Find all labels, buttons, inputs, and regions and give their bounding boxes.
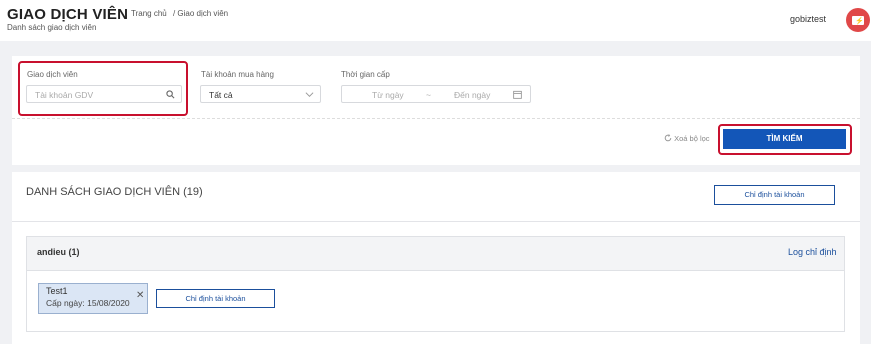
breadcrumb-current: / Giao dịch viên — [172, 9, 229, 18]
account-selected: Tất cả — [209, 90, 233, 100]
account-tag-date: Cấp ngày: 15/08/2020 — [46, 298, 130, 308]
search-icon — [166, 90, 175, 99]
date-separator: ~ — [426, 90, 431, 100]
page-subtitle: Danh sách giao dịch viên — [7, 23, 97, 32]
gdv-group-header — [27, 237, 844, 271]
date-range-input[interactable]: Từ ngày ~ Đến ngày — [341, 85, 531, 103]
avatar[interactable]: ⚡ — [846, 8, 870, 32]
page-title: GIAO DỊCH VIÊN — [7, 6, 129, 23]
assign-log-link[interactable]: Log chỉ định — [788, 247, 837, 257]
username[interactable]: gobiztest — [790, 14, 826, 24]
account-label: Tài khoản mua hàng — [201, 70, 274, 79]
list-title: DANH SÁCH GIAO DỊCH VIÊN (19) — [26, 186, 203, 198]
account-tag-name: Test1 — [46, 286, 68, 296]
reset-filter-label: Xoá bộ lọc — [674, 134, 710, 143]
breadcrumb-home[interactable]: Trang chủ — [131, 9, 167, 18]
search-button[interactable]: TÌM KIẾM — [723, 129, 846, 149]
time-label: Thời gian cấp — [341, 70, 390, 79]
filter-divider — [12, 118, 860, 119]
gdv-placeholder: Tài khoản GDV — [35, 90, 94, 100]
gdv-group-name: andieu (1) — [37, 247, 80, 257]
refresh-icon — [664, 134, 672, 142]
avatar-bolt-icon: ⚡ — [855, 18, 864, 25]
gdv-label: Giao dịch viên — [27, 70, 78, 79]
assign-account-button[interactable]: Chỉ định tài khoản — [714, 185, 835, 205]
date-from[interactable]: Từ ngày — [372, 90, 404, 100]
chevron-down-icon — [305, 92, 314, 98]
account-select[interactable]: Tất cả — [200, 85, 321, 103]
breadcrumb: Trang chủ / Giao dịch viên — [131, 9, 232, 18]
reset-filter-button[interactable]: Xoá bộ lọc — [664, 134, 710, 143]
close-icon[interactable]: ✕ — [136, 290, 144, 301]
top-header — [0, 0, 871, 41]
group-assign-account-button[interactable]: Chỉ định tài khoản — [156, 289, 275, 308]
date-to[interactable]: Đến ngày — [454, 90, 490, 100]
calendar-icon — [513, 90, 522, 99]
gdv-search-input[interactable]: Tài khoản GDV — [26, 85, 182, 103]
list-divider — [12, 221, 860, 222]
